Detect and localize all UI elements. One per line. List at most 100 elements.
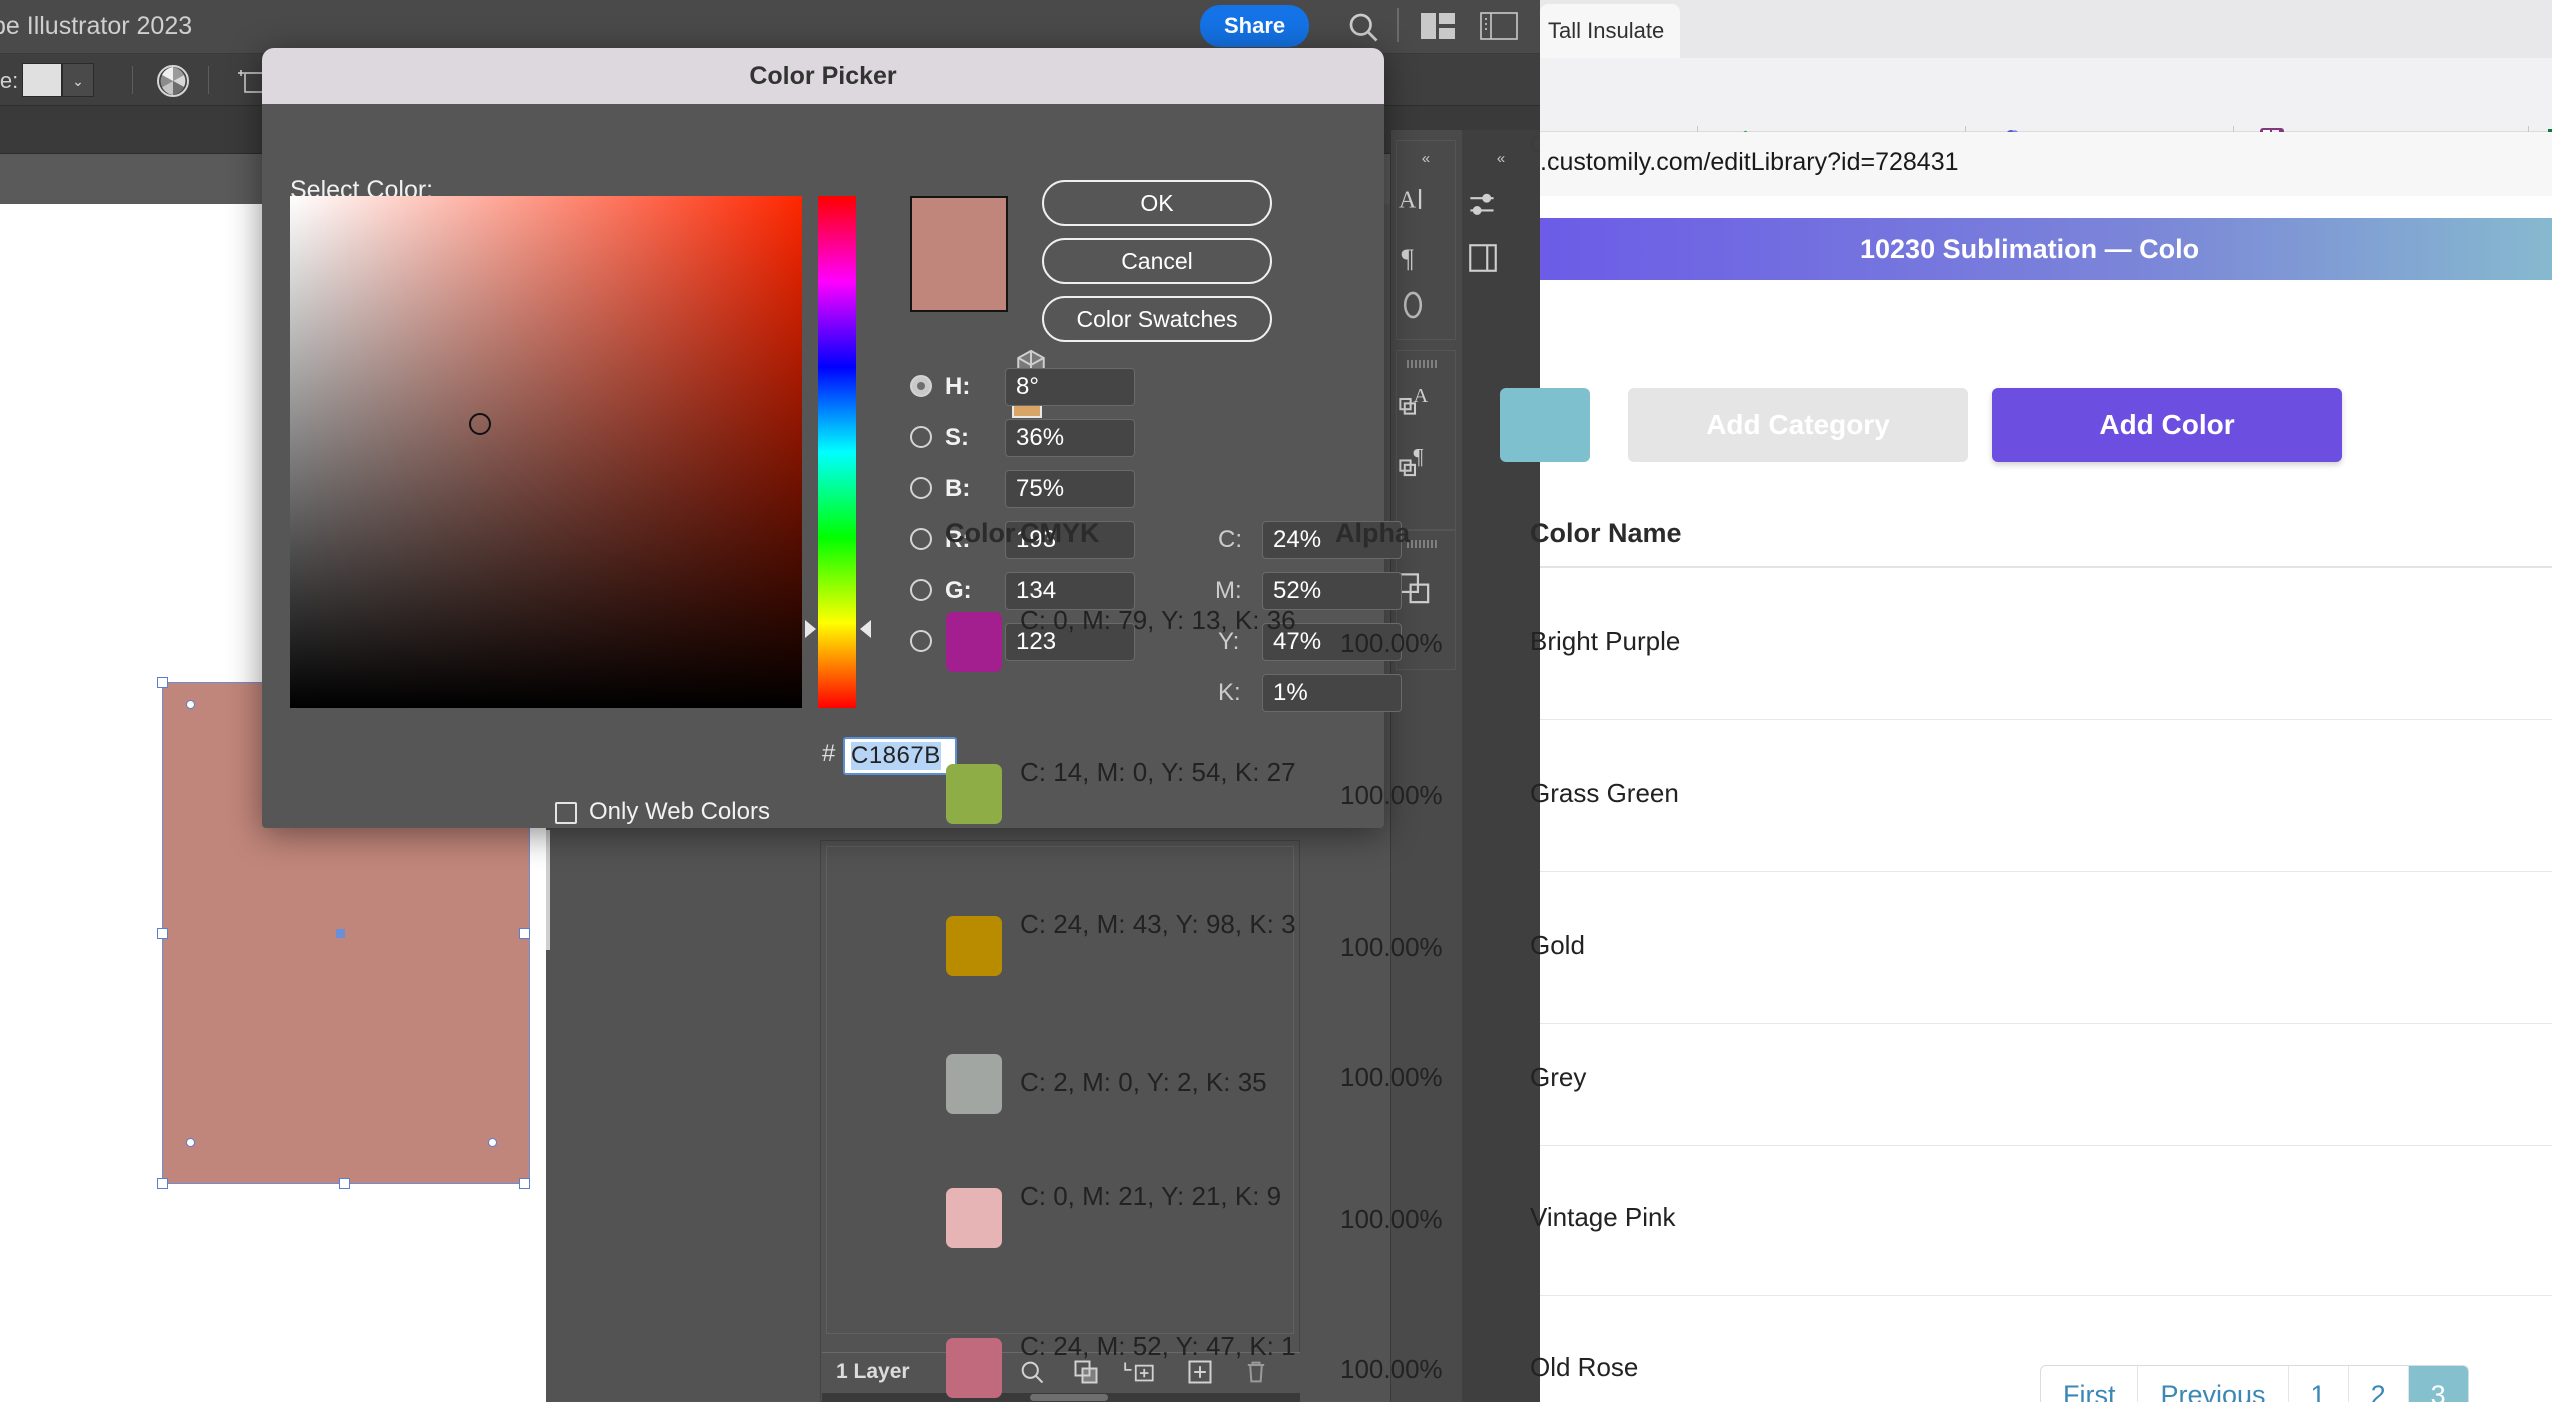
open-type-panel-icon[interactable] <box>1396 288 1456 322</box>
cell-cmyk: C: 14, M: 0, Y: 54, K: 27 <box>1020 757 1296 787</box>
field-k[interactable]: 1% <box>1262 674 1402 712</box>
character-panel-icon[interactable]: A <box>1396 182 1456 216</box>
selection-handle-bm[interactable] <box>339 1178 350 1189</box>
hue-marker-right-icon <box>860 620 871 638</box>
pagination-page-3[interactable]: 3 <box>2408 1366 2468 1402</box>
selection-handle-tl[interactable] <box>157 677 168 688</box>
ok-button[interactable]: OK <box>1042 180 1272 226</box>
selection-handle-mr[interactable] <box>519 928 530 939</box>
cell-alpha: 100.00% <box>1340 1354 1443 1384</box>
pagination-page-2[interactable]: 2 <box>2349 1366 2409 1402</box>
label-c: C: <box>1218 526 1242 553</box>
cell-alpha: 100.00% <box>1340 1204 1443 1234</box>
cancel-button[interactable]: Cancel <box>1042 238 1272 284</box>
hex-hash-label: # <box>822 740 836 767</box>
docked-panel-strip-secondary <box>1462 130 1540 1402</box>
collapse-panels-icon[interactable]: « <box>1396 150 1456 167</box>
color-swatch[interactable] <box>946 1338 1002 1398</box>
properties-panel-icon[interactable] <box>1466 190 1536 220</box>
anchor-point-tl[interactable] <box>186 700 195 709</box>
sv-cursor[interactable] <box>469 413 491 435</box>
radio-b-blue[interactable] <box>910 630 932 652</box>
hue-slider[interactable] <box>818 196 856 708</box>
table-row[interactable]: C: 0, M: 79, Y: 13, K: 36 100.00% Bright… <box>946 568 2552 720</box>
color-swatch[interactable] <box>946 916 1002 976</box>
pagination-first[interactable]: First <box>2041 1366 2139 1402</box>
selection-handle-ml[interactable] <box>157 928 168 939</box>
pagination-previous[interactable]: Previous <box>2138 1366 2289 1402</box>
selection-handle-br[interactable] <box>519 1178 530 1189</box>
color-swatch[interactable] <box>946 1054 1002 1114</box>
cell-color-name: Bright Purple <box>1530 626 1681 656</box>
cell-cmyk: C: 0, M: 21, Y: 21, K: 9 <box>1020 1181 1282 1211</box>
color-preview-swatch <box>910 196 1008 312</box>
only-web-colors-checkbox[interactable] <box>555 802 577 824</box>
toolbar-teal-button[interactable] <box>1500 388 1590 462</box>
collapse-panels-icon-2[interactable]: « <box>1466 150 1536 167</box>
label-b-brightness: B: <box>945 475 971 502</box>
opacity-icon[interactable] <box>156 64 190 98</box>
graphic-style-swatch[interactable] <box>22 63 62 97</box>
table-row[interactable]: C: 14, M: 0, Y: 54, K: 27 100.00% Grass … <box>946 720 2552 872</box>
anchor-point-bl[interactable] <box>186 1138 195 1147</box>
radio-g[interactable] <box>910 579 932 601</box>
cell-color-name: Grass Green <box>1530 778 1679 808</box>
cell-alpha: 100.00% <box>1340 628 1443 658</box>
color-swatch[interactable] <box>946 764 1002 824</box>
character-styles-panel-icon[interactable]: A <box>1396 380 1456 418</box>
arrange-documents-icon[interactable] <box>1420 12 1456 40</box>
field-s[interactable]: 36% <box>1005 419 1135 457</box>
app-title: be Illustrator 2023 <box>0 12 193 40</box>
radio-b-brightness[interactable] <box>910 477 932 499</box>
bookmarks-bar: Chan ✕ [5905-08 - ✕ T <box>1530 58 2552 172</box>
graphic-style-dropdown[interactable]: ⌄ <box>62 63 94 97</box>
color-picker-dialog[interactable]: Color Picker Select Color: OK Cancel Col… <box>262 48 1402 828</box>
saturation-brightness-field[interactable] <box>290 196 802 708</box>
radio-s[interactable] <box>910 426 932 448</box>
anchor-point-br[interactable] <box>488 1138 497 1147</box>
color-picker-titlebar: Color Picker <box>262 48 1384 104</box>
field-h[interactable]: 8° <box>1005 368 1135 406</box>
label-s: S: <box>945 424 969 451</box>
cell-cmyk: C: 24, M: 52, Y: 47, K: 1 <box>1020 1331 1296 1361</box>
workspace-switcher-icon[interactable] <box>1480 12 1518 40</box>
color-table: Color CMYK Alpha Color Name C: 0, M: 79,… <box>945 500 2552 1402</box>
radio-r[interactable] <box>910 528 932 550</box>
paragraph-styles-panel-icon[interactable]: ¶ <box>1396 440 1456 478</box>
selection-handle-bl[interactable] <box>157 1178 168 1189</box>
add-category-button[interactable]: Add Category <box>1628 388 1968 462</box>
share-button[interactable]: Share <box>1200 5 1310 47</box>
libraries-panel-icon[interactable] <box>1466 242 1536 274</box>
color-picker-title: Color Picker <box>749 61 897 90</box>
paragraph-panel-icon[interactable]: ¶ <box>1396 240 1456 274</box>
table-row[interactable]: C: 24, M: 43, Y: 98, K: 3 100.00% Gold <box>946 872 2552 1024</box>
pagination-page-1[interactable]: 1 <box>2289 1366 2349 1402</box>
radio-h[interactable] <box>910 375 932 397</box>
scrollbar-thumb[interactable] <box>1030 1394 1108 1401</box>
artboard-edge <box>546 830 550 950</box>
panel-grip-2[interactable] <box>1404 538 1448 550</box>
search-icon[interactable] <box>1345 9 1381 45</box>
pagination[interactable]: First Previous 1 2 3 <box>2040 1365 2469 1402</box>
layers-panel-icon[interactable] <box>1396 570 1456 608</box>
hue-marker-left-icon <box>805 620 816 638</box>
color-swatch[interactable] <box>946 1188 1002 1248</box>
add-color-button[interactable]: Add Color <box>1992 388 2342 462</box>
browser-tab-strip: Tall Insulate ✕ + <box>1540 0 2552 58</box>
panel-grip-1[interactable] <box>1404 358 1448 370</box>
cell-alpha: 100.00% <box>1340 1062 1443 1092</box>
color-swatch[interactable] <box>946 612 1002 672</box>
url-text[interactable]: .customily.com/editLibrary?id=728431 <box>1540 148 1959 177</box>
color-swatches-button[interactable]: Color Swatches <box>1042 296 1272 342</box>
table-row[interactable]: C: 0, M: 21, Y: 21, K: 9 100.00% Vintage… <box>946 1146 2552 1296</box>
label-h: H: <box>945 373 971 400</box>
style-label: yle: <box>0 68 19 93</box>
cell-color-name: Gold <box>1530 930 1585 960</box>
column-header-alpha: Alpha <box>1335 518 1411 548</box>
table-row[interactable]: C: 2, M: 0, Y: 2, K: 35 100.00% Grey <box>946 1024 2552 1146</box>
field-b-brightness[interactable]: 75% <box>1005 470 1135 508</box>
hex-input[interactable]: C1867B <box>843 737 957 775</box>
column-header-color-name: Color Name <box>1530 518 1682 548</box>
cell-alpha: 100.00% <box>1340 780 1443 810</box>
hex-value: C1867B <box>851 742 941 770</box>
